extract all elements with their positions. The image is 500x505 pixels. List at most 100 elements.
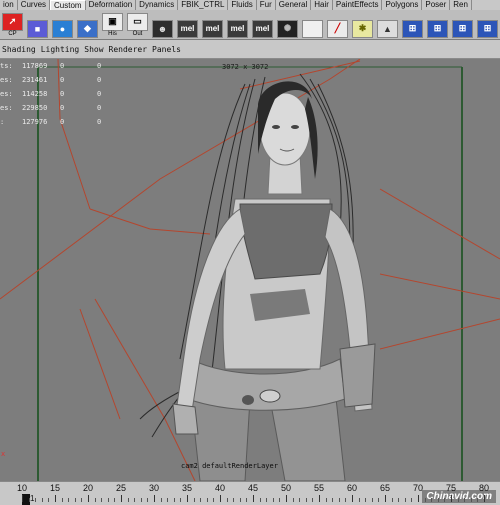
- timeline-label: 15: [49, 483, 61, 493]
- cube-icon[interactable]: ■: [26, 12, 49, 38]
- head-icon-glyph: ☻: [152, 19, 173, 38]
- cp-icon[interactable]: ➚ CP: [1, 12, 24, 38]
- plane-icon-glyph: ◆: [77, 19, 98, 38]
- mel-icon-4-glyph: mel: [252, 19, 273, 38]
- out-icon[interactable]: ▭ Out: [126, 12, 149, 38]
- shelf-tab-curves[interactable]: Curves: [18, 0, 51, 10]
- viewport-scene: [0, 59, 500, 481]
- grid-icon-2-glyph: ⊞: [427, 19, 448, 38]
- timeline-tick: [305, 498, 307, 502]
- cp-icon-glyph: ➚: [2, 12, 23, 31]
- pyramid-icon[interactable]: ▲: [376, 12, 399, 38]
- shelf-tab-deformation[interactable]: Deformation: [86, 0, 137, 10]
- timeline-tick: [253, 495, 254, 502]
- bulb-icon[interactable]: ✱: [351, 12, 374, 38]
- blank-icon[interactable]: [301, 12, 324, 38]
- hud-label: es:: [0, 90, 13, 98]
- shelf-tab-ren[interactable]: Ren: [450, 0, 472, 10]
- perspective-viewport[interactable]: ts: 117869 0 0 es: 231461 0 0 es: 114258 0 0 es: 2298…: [0, 59, 500, 481]
- timeline-tick: [470, 498, 472, 502]
- timeline-tick: [193, 498, 195, 502]
- timeline-tick: [464, 498, 466, 502]
- timeline-tick: [431, 498, 433, 502]
- hud-c2: 0: [60, 62, 65, 70]
- brush-icon[interactable]: ╱: [326, 12, 349, 38]
- shelf-tab-ion[interactable]: ion: [0, 0, 18, 10]
- grid-icon-4[interactable]: ⊞: [476, 12, 499, 38]
- timeline-tick: [279, 498, 281, 502]
- shelf-tab-general[interactable]: General: [276, 0, 312, 10]
- hud-c2: 0: [60, 104, 65, 112]
- shelf-tab-fur[interactable]: Fur: [257, 0, 276, 10]
- time-slider[interactable]: 1 Chinavid.com 10 15 20 25 30 35 40 45 50 55 60 65 7…: [0, 481, 500, 505]
- timeline-tick: [358, 498, 360, 502]
- timeline-tick: [114, 498, 116, 502]
- timeline-tick: [411, 498, 413, 502]
- resolution-gate-label: 3072 x 3072: [222, 63, 269, 71]
- hud-value: 114258: [22, 90, 48, 98]
- mel-icon-3[interactable]: mel: [226, 12, 249, 38]
- grid-icon-2[interactable]: ⊞: [426, 12, 449, 38]
- hud-c3: 0: [97, 118, 102, 126]
- camera-label: cam2 defaultRenderLayer: [181, 462, 278, 470]
- timeline-label: 65: [379, 483, 391, 493]
- timeline-tick: [28, 498, 30, 502]
- shelf-tab-custom[interactable]: Custom: [50, 0, 86, 10]
- timeline-tick: [200, 498, 202, 502]
- timeline-tick: [451, 495, 452, 502]
- timeline-tick: [239, 498, 241, 502]
- shelf-tab-hair[interactable]: Hair: [311, 0, 333, 10]
- timeline-tick: [167, 498, 169, 502]
- grid-icon-1[interactable]: ⊞: [401, 12, 424, 38]
- shelf-tab-polygons[interactable]: Polygons: [382, 0, 423, 10]
- timeline-tick: [345, 498, 347, 502]
- mel-icon-1[interactable]: mel: [176, 12, 199, 38]
- shelf-tab-painteffects[interactable]: PaintEffects: [333, 0, 383, 10]
- sphere-icon-glyph: ●: [52, 19, 73, 38]
- hud-value: 127976: [22, 118, 48, 126]
- panel-menu-shading[interactable]: Shading: [2, 45, 36, 54]
- plane-icon[interactable]: ◆: [76, 12, 99, 38]
- panel-menu-panels[interactable]: Panels: [152, 45, 181, 54]
- hud-c2: 0: [60, 118, 65, 126]
- mel-icon-1-glyph: mel: [177, 19, 198, 38]
- timeline-tick: [246, 498, 248, 502]
- galaxy-icon[interactable]: ✺: [276, 12, 299, 38]
- shelf-tab-fbik-ctrl[interactable]: FBIK_CTRL: [178, 0, 229, 10]
- hud-c3: 0: [97, 90, 102, 98]
- sphere-icon[interactable]: ●: [51, 12, 74, 38]
- timeline-label: 25: [115, 483, 127, 493]
- timeline-tick: [81, 498, 83, 502]
- timeline-tick: [352, 495, 353, 502]
- shelf-tab-dynamics[interactable]: Dynamics: [136, 0, 179, 10]
- shelf-tab-fluids[interactable]: Fluids: [228, 0, 257, 10]
- timeline-tick: [206, 498, 208, 502]
- hud-c2: 0: [60, 90, 65, 98]
- axis-indicator: x: [1, 450, 6, 458]
- mel-icon-2[interactable]: mel: [201, 12, 224, 38]
- timeline-tick: [299, 498, 301, 502]
- timeline-tick: [332, 498, 334, 502]
- current-frame-label: 1: [30, 494, 35, 503]
- cp-icon-label: CP: [8, 30, 17, 37]
- out-icon-glyph: ▭: [127, 12, 148, 31]
- shelf-tab-poser[interactable]: Poser: [422, 0, 451, 10]
- timeline-tick: [22, 495, 23, 502]
- timeline-tick: [233, 498, 235, 502]
- panel-menu-show[interactable]: Show: [84, 45, 103, 54]
- head-icon[interactable]: ☻: [151, 12, 174, 38]
- timeline-tick: [94, 498, 96, 502]
- his-icon[interactable]: ▣ His: [101, 12, 124, 38]
- galaxy-icon-glyph: ✺: [277, 19, 298, 38]
- timeline-tick: [338, 498, 340, 502]
- blank-icon-glyph: [302, 19, 323, 38]
- panel-menu-lighting[interactable]: Lighting: [41, 45, 80, 54]
- mel-icon-4[interactable]: mel: [251, 12, 274, 38]
- timeline-tick: [160, 498, 162, 502]
- timeline-tick: [286, 495, 287, 502]
- timeline-tick: [134, 498, 136, 502]
- timeline-tick: [325, 498, 327, 502]
- grid-icon-3[interactable]: ⊞: [451, 12, 474, 38]
- hud-label: es:: [0, 104, 13, 112]
- panel-menu-renderer[interactable]: Renderer: [109, 45, 148, 54]
